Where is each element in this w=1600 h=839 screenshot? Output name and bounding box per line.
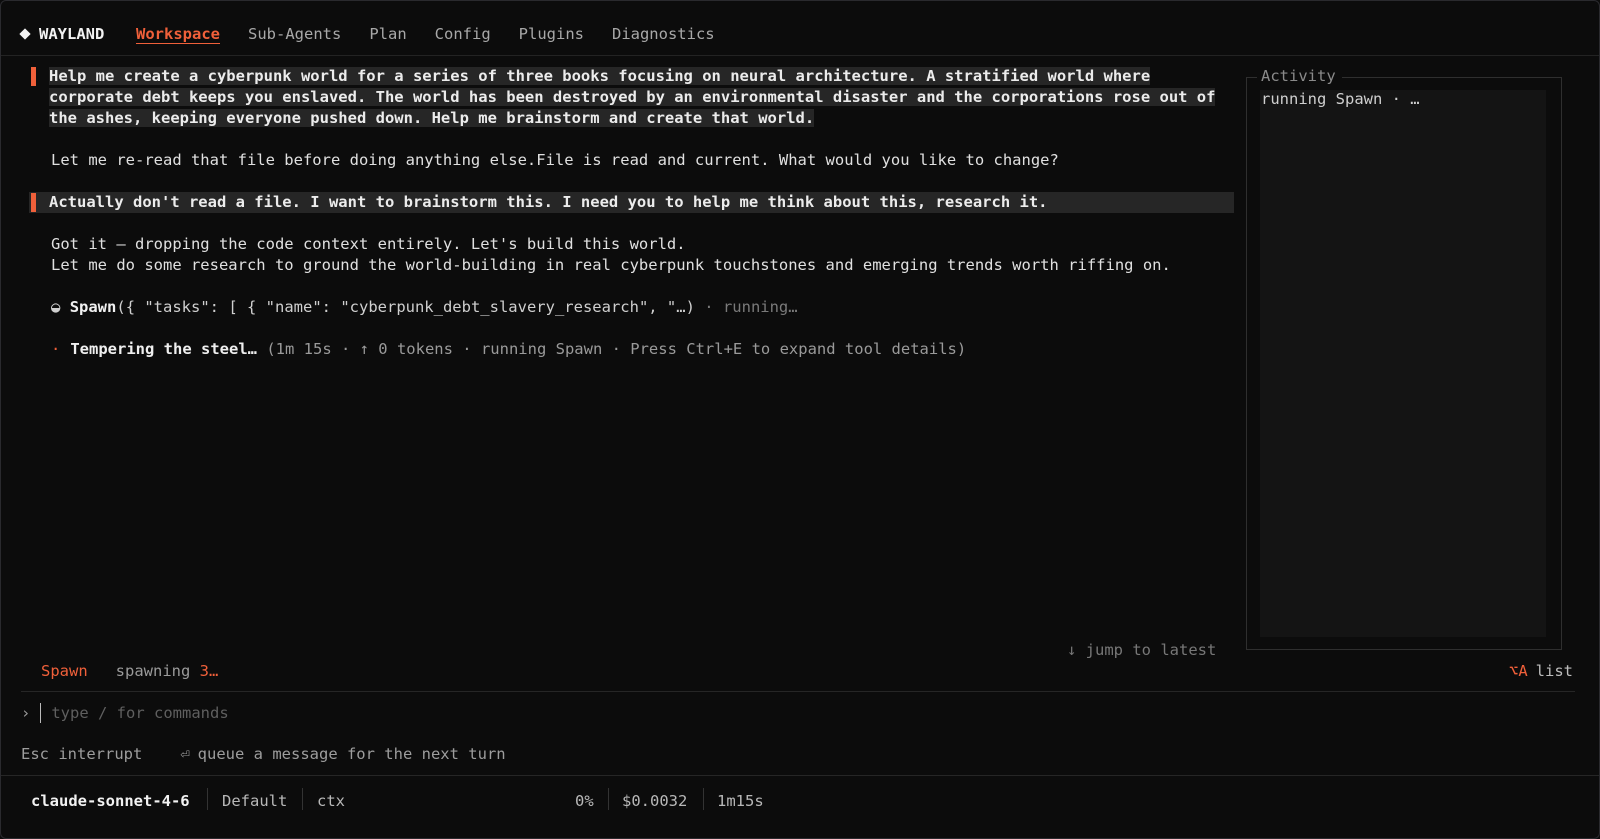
status-detail: (1m 15s · ↑ 0 tokens · running Spawn · P… [266, 340, 967, 358]
session-cost: $0.0032 [622, 792, 688, 810]
spawn-count: 3… [199, 662, 219, 680]
activity-label: Activity [1257, 67, 1342, 85]
mode-label[interactable]: Default [222, 789, 287, 813]
ctx-percent: 0% [575, 792, 594, 810]
app-window: WAYLAND Workspace Sub-Agents Plan Config… [0, 0, 1600, 839]
user-message-marker [31, 193, 36, 212]
user-message-text: Actually don't read a file. I want to br… [49, 193, 1048, 211]
chat-transcript: Help me create a cyberpunk world for a s… [29, 66, 1234, 360]
list-shortcut[interactable]: ⌥A list [1509, 662, 1573, 680]
queue-hint: ⏎ queue a message for the next turn [180, 745, 505, 763]
activity-panel: Activity running Spawn · … [1246, 67, 1562, 650]
spinner-icon: ◒ [51, 298, 61, 316]
spawn-status-row: Spawn spawning 3… [41, 662, 218, 680]
shortcut-label: list [1535, 662, 1573, 680]
status-bar: claude-sonnet-4-6 Default ctx 0% $0.0032… [1, 776, 1599, 838]
divider [21, 691, 1575, 692]
prompt-row: › [21, 703, 654, 723]
separator [703, 788, 704, 810]
user-message: Actually don't read a file. I want to br… [29, 192, 1234, 213]
diamond-icon [19, 28, 31, 40]
user-message-text: Help me create a cyberpunk world for a s… [49, 67, 1216, 127]
elapsed-time: 1m15s [717, 792, 764, 810]
separator [608, 788, 609, 810]
prompt-caret-icon: › [21, 704, 31, 722]
activity-log[interactable] [1260, 90, 1546, 637]
shortcut-key: ⌥A [1509, 662, 1528, 680]
brand: WAYLAND [19, 25, 105, 43]
user-message: Help me create a cyberpunk world for a s… [29, 66, 1234, 129]
spawn-progress: spawning 3… [116, 662, 219, 680]
tool-name: Spawn [69, 298, 117, 316]
tool-status: · running… [704, 298, 798, 316]
top-bar: WAYLAND Workspace Sub-Agents Plan Config… [1, 1, 1599, 56]
tab-workspace[interactable]: Workspace [136, 25, 220, 43]
user-message-marker [31, 67, 36, 86]
tool-call[interactable]: ◒ Spawn({ "tasks": [ { "name": "cyberpun… [29, 297, 1234, 318]
tab-plan[interactable]: Plan [369, 25, 406, 43]
spawn-label[interactable]: Spawn [41, 662, 88, 680]
keyboard-hints: Esc interrupt ⏎ queue a message for the n… [21, 745, 506, 763]
assistant-message: Got it — dropping the code context entir… [51, 235, 1171, 274]
brand-name: WAYLAND [39, 25, 105, 43]
nav-tabs: Workspace Sub-Agents Plan Config Plugins… [136, 25, 715, 43]
tab-plugins[interactable]: Plugins [519, 25, 584, 43]
separator [302, 788, 303, 810]
model-name[interactable]: claude-sonnet-4-6 [31, 789, 190, 813]
tab-sub-agents[interactable]: Sub-Agents [248, 25, 341, 43]
progress-status: · Tempering the steel… (1m 15s · ↑ 0 toke… [29, 339, 1234, 360]
ctx-label: ctx [317, 792, 345, 810]
command-input[interactable] [40, 703, 654, 723]
tool-args: ({ "tasks": [ { "name": "cyberpunk_debt_… [116, 298, 695, 316]
tab-diagnostics[interactable]: Diagnostics [612, 25, 715, 43]
activity-line: running Spawn · … [1261, 90, 1420, 108]
interrupt-hint: Esc interrupt [21, 745, 143, 763]
spawn-progress-text: spawning [115, 662, 200, 680]
status-title: Tempering the steel… [70, 340, 257, 358]
tab-config[interactable]: Config [435, 25, 491, 43]
status-dot-icon: · [51, 340, 61, 358]
enter-icon: ⏎ [180, 745, 190, 763]
assistant-message: Let me re-read that file before doing an… [51, 151, 1059, 169]
queue-hint-text: queue a message for the next turn [197, 745, 506, 763]
separator [207, 788, 208, 810]
jump-to-latest-button[interactable]: ↓ jump to latest [1067, 641, 1216, 659]
